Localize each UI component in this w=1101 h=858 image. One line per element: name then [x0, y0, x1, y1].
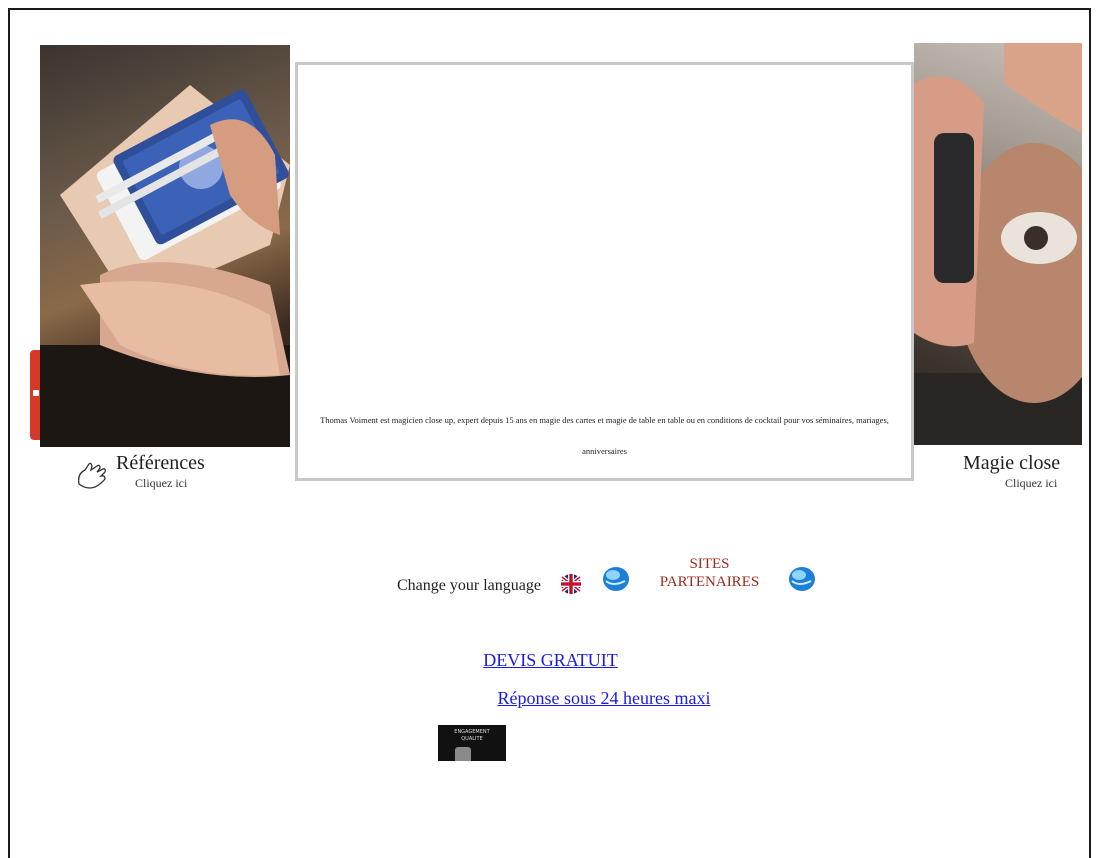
partners-line-1: SITES: [689, 556, 730, 572]
uk-flag-icon[interactable]: [560, 573, 582, 595]
language-bar: Change your language SITES PARTENAIRES: [397, 555, 827, 600]
badge-line-1: ENGAGEMENT: [454, 729, 490, 735]
cards-hands-photo[interactable]: [40, 45, 290, 447]
references-link[interactable]: Références Cliquez ici: [75, 452, 235, 494]
magician-illustration: [914, 43, 1082, 445]
intro-description: Thomas Voiment est magicien close up, ex…: [320, 415, 889, 456]
globe-icon[interactable]: [601, 565, 631, 593]
references-subtitle: Cliquez ici: [135, 476, 188, 490]
reponse-row: Réponse sous 24 heures maxi: [0, 688, 1101, 709]
pointing-hand-icon: [77, 462, 106, 489]
cards-hands-illustration: [40, 85, 290, 447]
references-title: Références: [116, 452, 205, 474]
badge-line-2: QUALITE: [461, 736, 483, 742]
magie-close-link[interactable]: Magie close Cliquez ici: [960, 452, 1080, 494]
globe-icon-right[interactable]: [787, 565, 817, 593]
devis-row: DEVIS GRATUIT: [0, 650, 1101, 671]
magician-photo[interactable]: [914, 43, 1082, 445]
center-panel: Thomas Voiment est magicien close up, ex…: [295, 62, 914, 481]
magie-close-subtitle: Cliquez ici: [1005, 476, 1058, 490]
partner-sites-link[interactable]: SITES PARTENAIRES: [647, 555, 772, 591]
partners-line-2: PARTENAIRES: [659, 574, 760, 590]
quality-badge[interactable]: ENGAGEMENT QUALITE: [438, 725, 506, 761]
magie-close-title: Magie close: [963, 452, 1061, 474]
trophy-icon: [455, 747, 471, 761]
change-language-label[interactable]: Change your language: [397, 577, 541, 595]
side-tab-icon: [33, 390, 39, 396]
devis-gratuit-link[interactable]: DEVIS GRATUIT: [483, 650, 618, 670]
reponse-link[interactable]: Réponse sous 24 heures maxi: [498, 688, 711, 708]
